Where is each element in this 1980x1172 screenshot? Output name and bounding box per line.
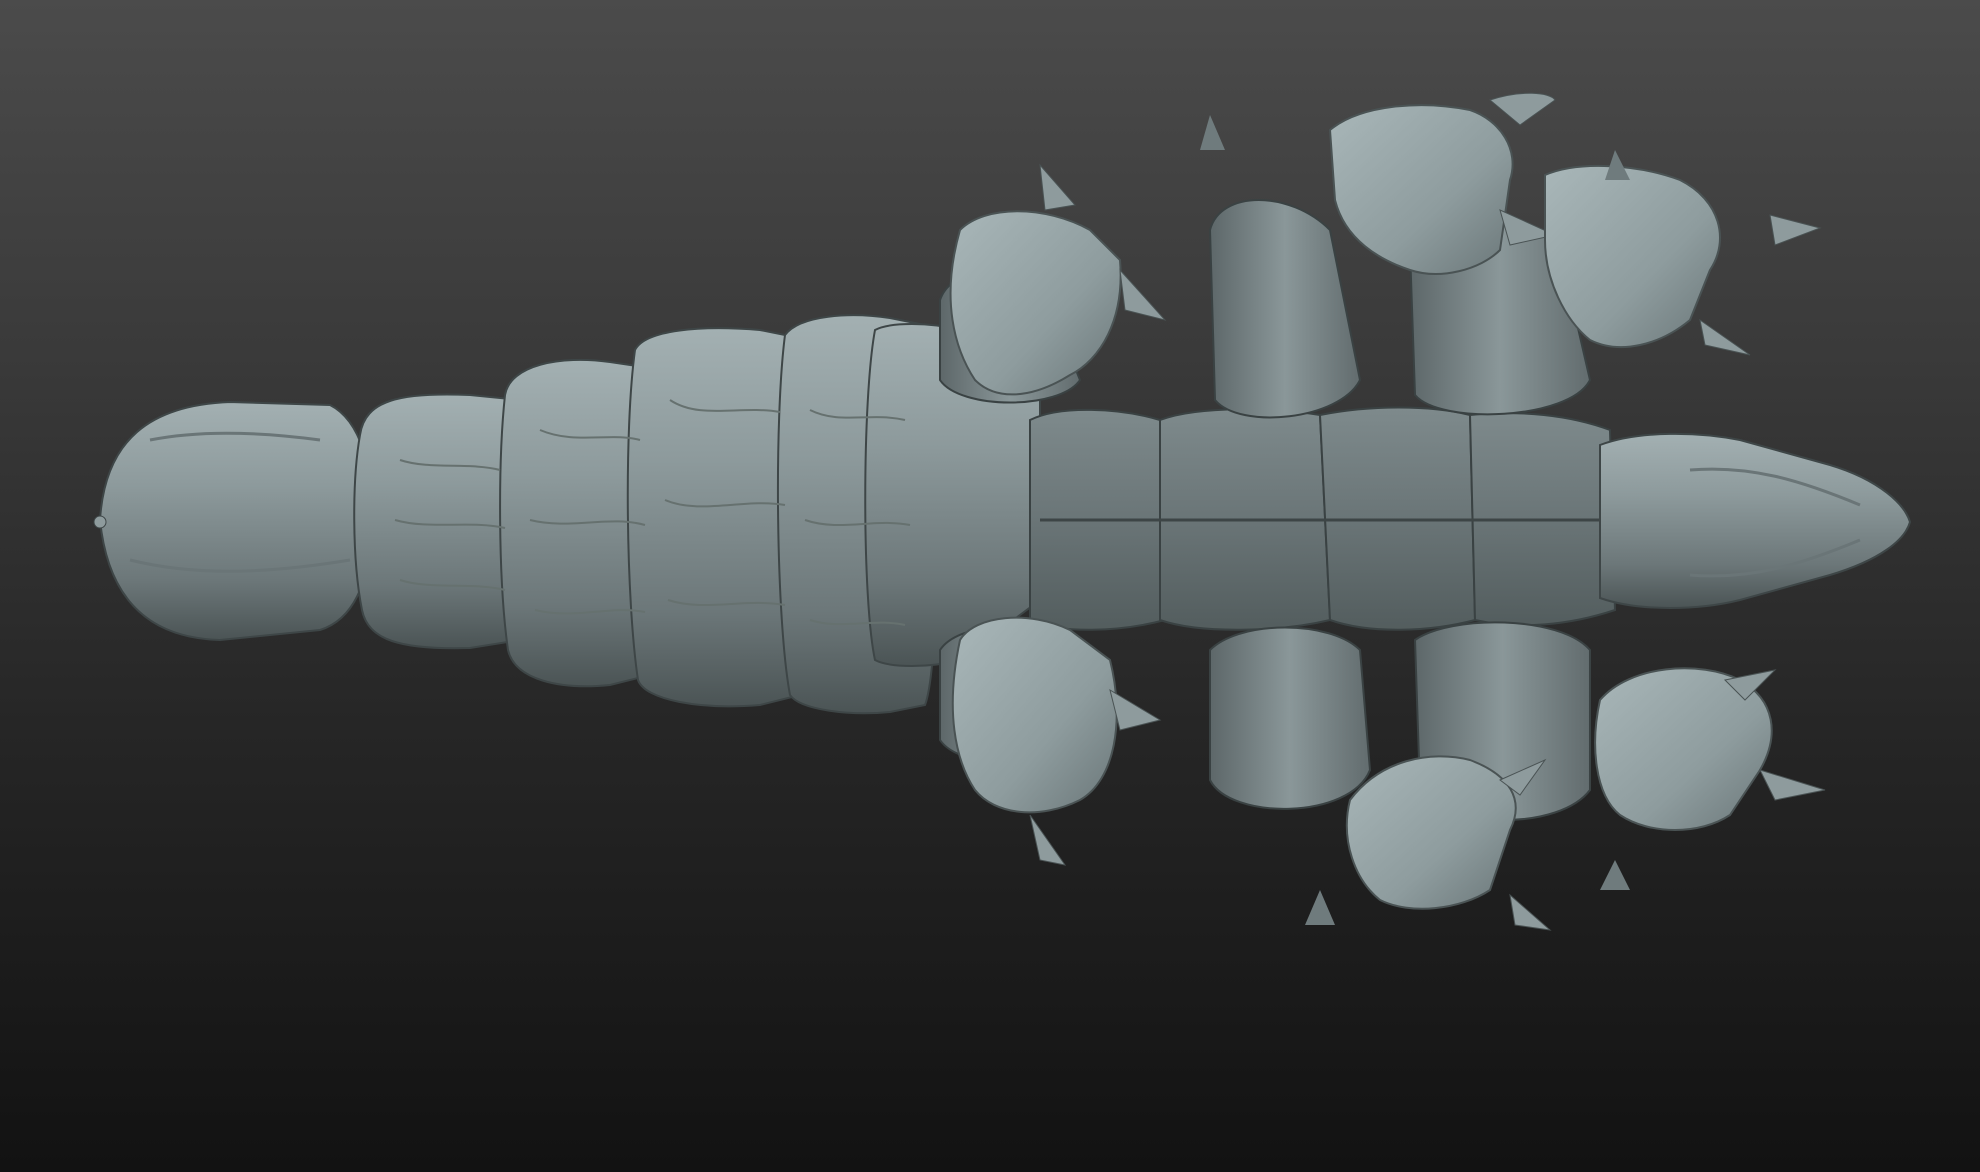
chest-plates	[1029, 406, 1617, 631]
sculpted-creature	[93, 92, 1912, 931]
upper-feet	[949, 92, 1822, 396]
tail-tip	[93, 400, 374, 642]
abdomen-segments	[353, 314, 1041, 715]
head	[1599, 432, 1912, 609]
sculpt-viewport[interactable]	[0, 0, 1980, 1172]
lower-feet	[951, 616, 1826, 931]
